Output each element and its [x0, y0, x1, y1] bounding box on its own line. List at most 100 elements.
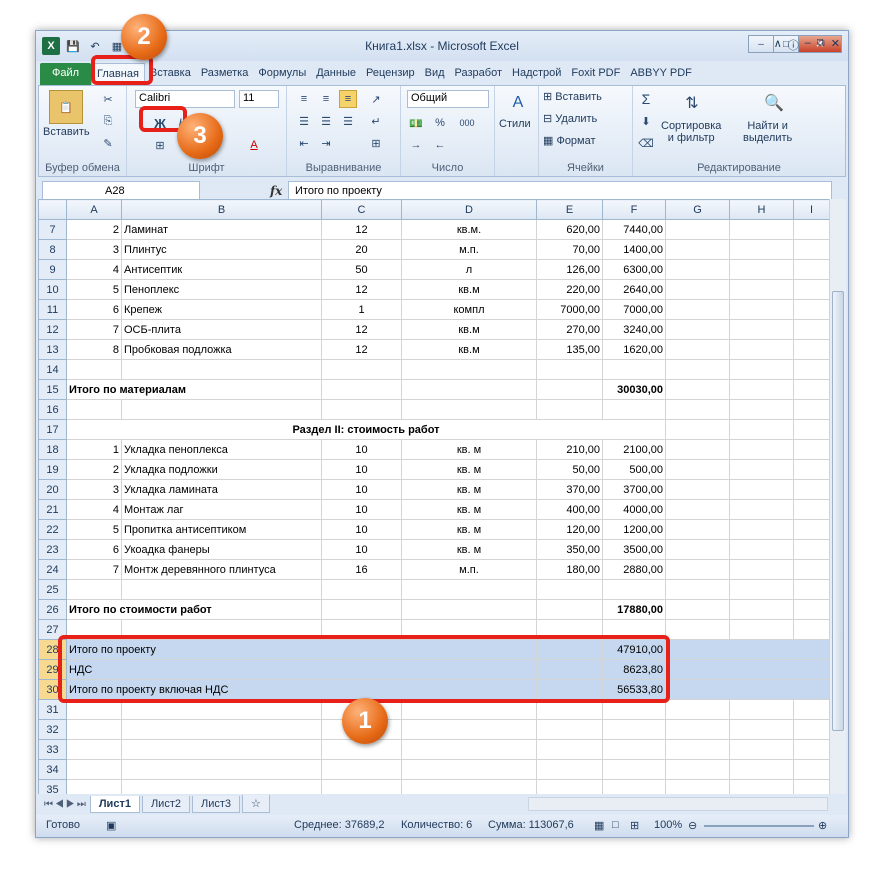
cell-e[interactable]: [536, 399, 603, 420]
cell-i[interactable]: [793, 679, 830, 700]
paste-icon[interactable]: 📋: [49, 90, 83, 124]
row-header[interactable]: 33: [38, 739, 67, 760]
cell-h[interactable]: [729, 259, 794, 280]
cell-e[interactable]: 370,00: [536, 479, 603, 500]
cell-h[interactable]: [729, 719, 794, 740]
cell-f[interactable]: 1200,00: [602, 519, 666, 540]
cell-e[interactable]: [536, 739, 603, 760]
cell-b[interactable]: Крепеж: [121, 299, 322, 320]
cell-h[interactable]: [729, 639, 794, 660]
cell-i[interactable]: [793, 299, 830, 320]
cell-b[interactable]: [121, 579, 322, 600]
align-middle-icon[interactable]: ≡: [317, 90, 335, 108]
cell-g[interactable]: [665, 339, 730, 360]
cell-a[interactable]: [66, 779, 122, 794]
cell-i[interactable]: [793, 719, 830, 740]
name-box[interactable]: A28: [42, 181, 200, 201]
cell-f[interactable]: 2880,00: [602, 559, 666, 580]
cell-i[interactable]: [793, 399, 830, 420]
row-header[interactable]: 20: [38, 479, 67, 500]
cell-h[interactable]: [729, 319, 794, 340]
borders-icon[interactable]: ⊞: [151, 136, 169, 154]
cell-e[interactable]: 120,00: [536, 519, 603, 540]
table-row[interactable]: 33: [38, 739, 835, 760]
cell-a[interactable]: 2: [66, 459, 122, 480]
column-header-G[interactable]: G: [665, 199, 730, 220]
cell-c[interactable]: 10: [321, 459, 402, 480]
merge-center-icon[interactable]: ⊞: [367, 134, 385, 152]
cell-a[interactable]: 4: [66, 499, 122, 520]
cell-h[interactable]: [729, 579, 794, 600]
cell-c[interactable]: [321, 579, 402, 600]
cell-a[interactable]: [66, 399, 122, 420]
cell-d[interactable]: кв. м: [401, 439, 537, 460]
normal-view-icon[interactable]: ▦: [594, 819, 604, 832]
cell-h[interactable]: [729, 459, 794, 480]
cell-f[interactable]: [602, 759, 666, 780]
cell-d[interactable]: кв.м: [401, 279, 537, 300]
row-header[interactable]: 11: [38, 299, 67, 320]
row-header[interactable]: 14: [38, 359, 67, 380]
cell-i[interactable]: [793, 599, 830, 620]
cell-g[interactable]: [665, 399, 730, 420]
table-row[interactable]: 11 6 Крепеж 1 компл 7000,00 7000,00: [38, 299, 835, 320]
row-header[interactable]: 18: [38, 439, 67, 460]
cell-g[interactable]: [665, 619, 730, 640]
zoom-in-icon[interactable]: ⊕: [818, 819, 827, 832]
minimize-button[interactable]: –: [748, 35, 774, 53]
cell-g[interactable]: [665, 499, 730, 520]
cell-h[interactable]: [729, 679, 794, 700]
row-header[interactable]: 8: [38, 239, 67, 260]
cell-g[interactable]: [665, 379, 730, 400]
row-header[interactable]: 19: [38, 459, 67, 480]
table-row[interactable]: 7 2 Ламинат 12 кв.м. 620,00 7440,00: [38, 219, 835, 240]
page-break-icon[interactable]: ⊞: [630, 819, 639, 832]
tab-8[interactable]: Разработ: [450, 63, 507, 85]
number-format-box[interactable]: Общий: [407, 90, 489, 108]
cell-b[interactable]: Пеноплекс: [121, 279, 322, 300]
vertical-scroll-thumb[interactable]: [832, 291, 844, 731]
cell-f[interactable]: 7000,00: [602, 299, 666, 320]
cell-b[interactable]: Укладка ламината: [121, 479, 322, 500]
horizontal-scrollbar[interactable]: [528, 797, 828, 811]
cell-g[interactable]: [665, 679, 730, 700]
cell-e[interactable]: 7000,00: [536, 299, 603, 320]
cell-d[interactable]: кв.м: [401, 339, 537, 360]
table-row[interactable]: 21 4 Монтаж лаг 10 кв. м 400,00 4000,00: [38, 499, 835, 520]
cell-b[interactable]: Укоадка фанеры: [121, 539, 322, 560]
cell-e[interactable]: [536, 359, 603, 380]
cell-h[interactable]: [729, 379, 794, 400]
table-row[interactable]: 25: [38, 579, 835, 600]
increase-indent-icon[interactable]: ⇥: [317, 134, 335, 152]
row-header[interactable]: 22: [38, 519, 67, 540]
autosum-icon[interactable]: Σ: [637, 90, 655, 108]
sheet-nav-icons[interactable]: ⏮◀▶⏭: [44, 799, 88, 810]
cell-g[interactable]: [665, 579, 730, 600]
cell-g[interactable]: [665, 239, 730, 260]
macro-record-icon[interactable]: ▣: [106, 819, 116, 832]
select-all-corner[interactable]: [38, 199, 67, 220]
cell-c[interactable]: [321, 779, 402, 794]
cell-e[interactable]: 180,00: [536, 559, 603, 580]
cell-d[interactable]: кв. м: [401, 539, 537, 560]
font-color-icon[interactable]: A: [245, 136, 263, 154]
sheet-tab-3[interactable]: Лист3: [191, 795, 241, 813]
wrap-text-icon[interactable]: ↵: [367, 112, 385, 130]
cell-f[interactable]: 1400,00: [602, 239, 666, 260]
section-title-cell[interactable]: Раздел II: стоимость работ: [66, 419, 666, 440]
row-header[interactable]: 15: [38, 379, 67, 400]
cell-h[interactable]: [729, 219, 794, 240]
cell-e[interactable]: 270,00: [536, 319, 603, 340]
table-row[interactable]: 13 8 Пробковая подложка 12 кв.м 135,00 1620,00: [38, 339, 835, 360]
format-cells-button[interactable]: ▦ Формат: [543, 134, 596, 148]
cell-c[interactable]: 16: [321, 559, 402, 580]
cell-g[interactable]: [665, 319, 730, 340]
cell-c[interactable]: [321, 759, 402, 780]
cell-g[interactable]: [665, 759, 730, 780]
row-header[interactable]: 7: [38, 219, 67, 240]
cell-c[interactable]: 10: [321, 479, 402, 500]
cell-h[interactable]: [729, 759, 794, 780]
cell-a[interactable]: 7: [66, 559, 122, 580]
table-row[interactable]: 32: [38, 719, 835, 740]
cell-i[interactable]: [793, 379, 830, 400]
